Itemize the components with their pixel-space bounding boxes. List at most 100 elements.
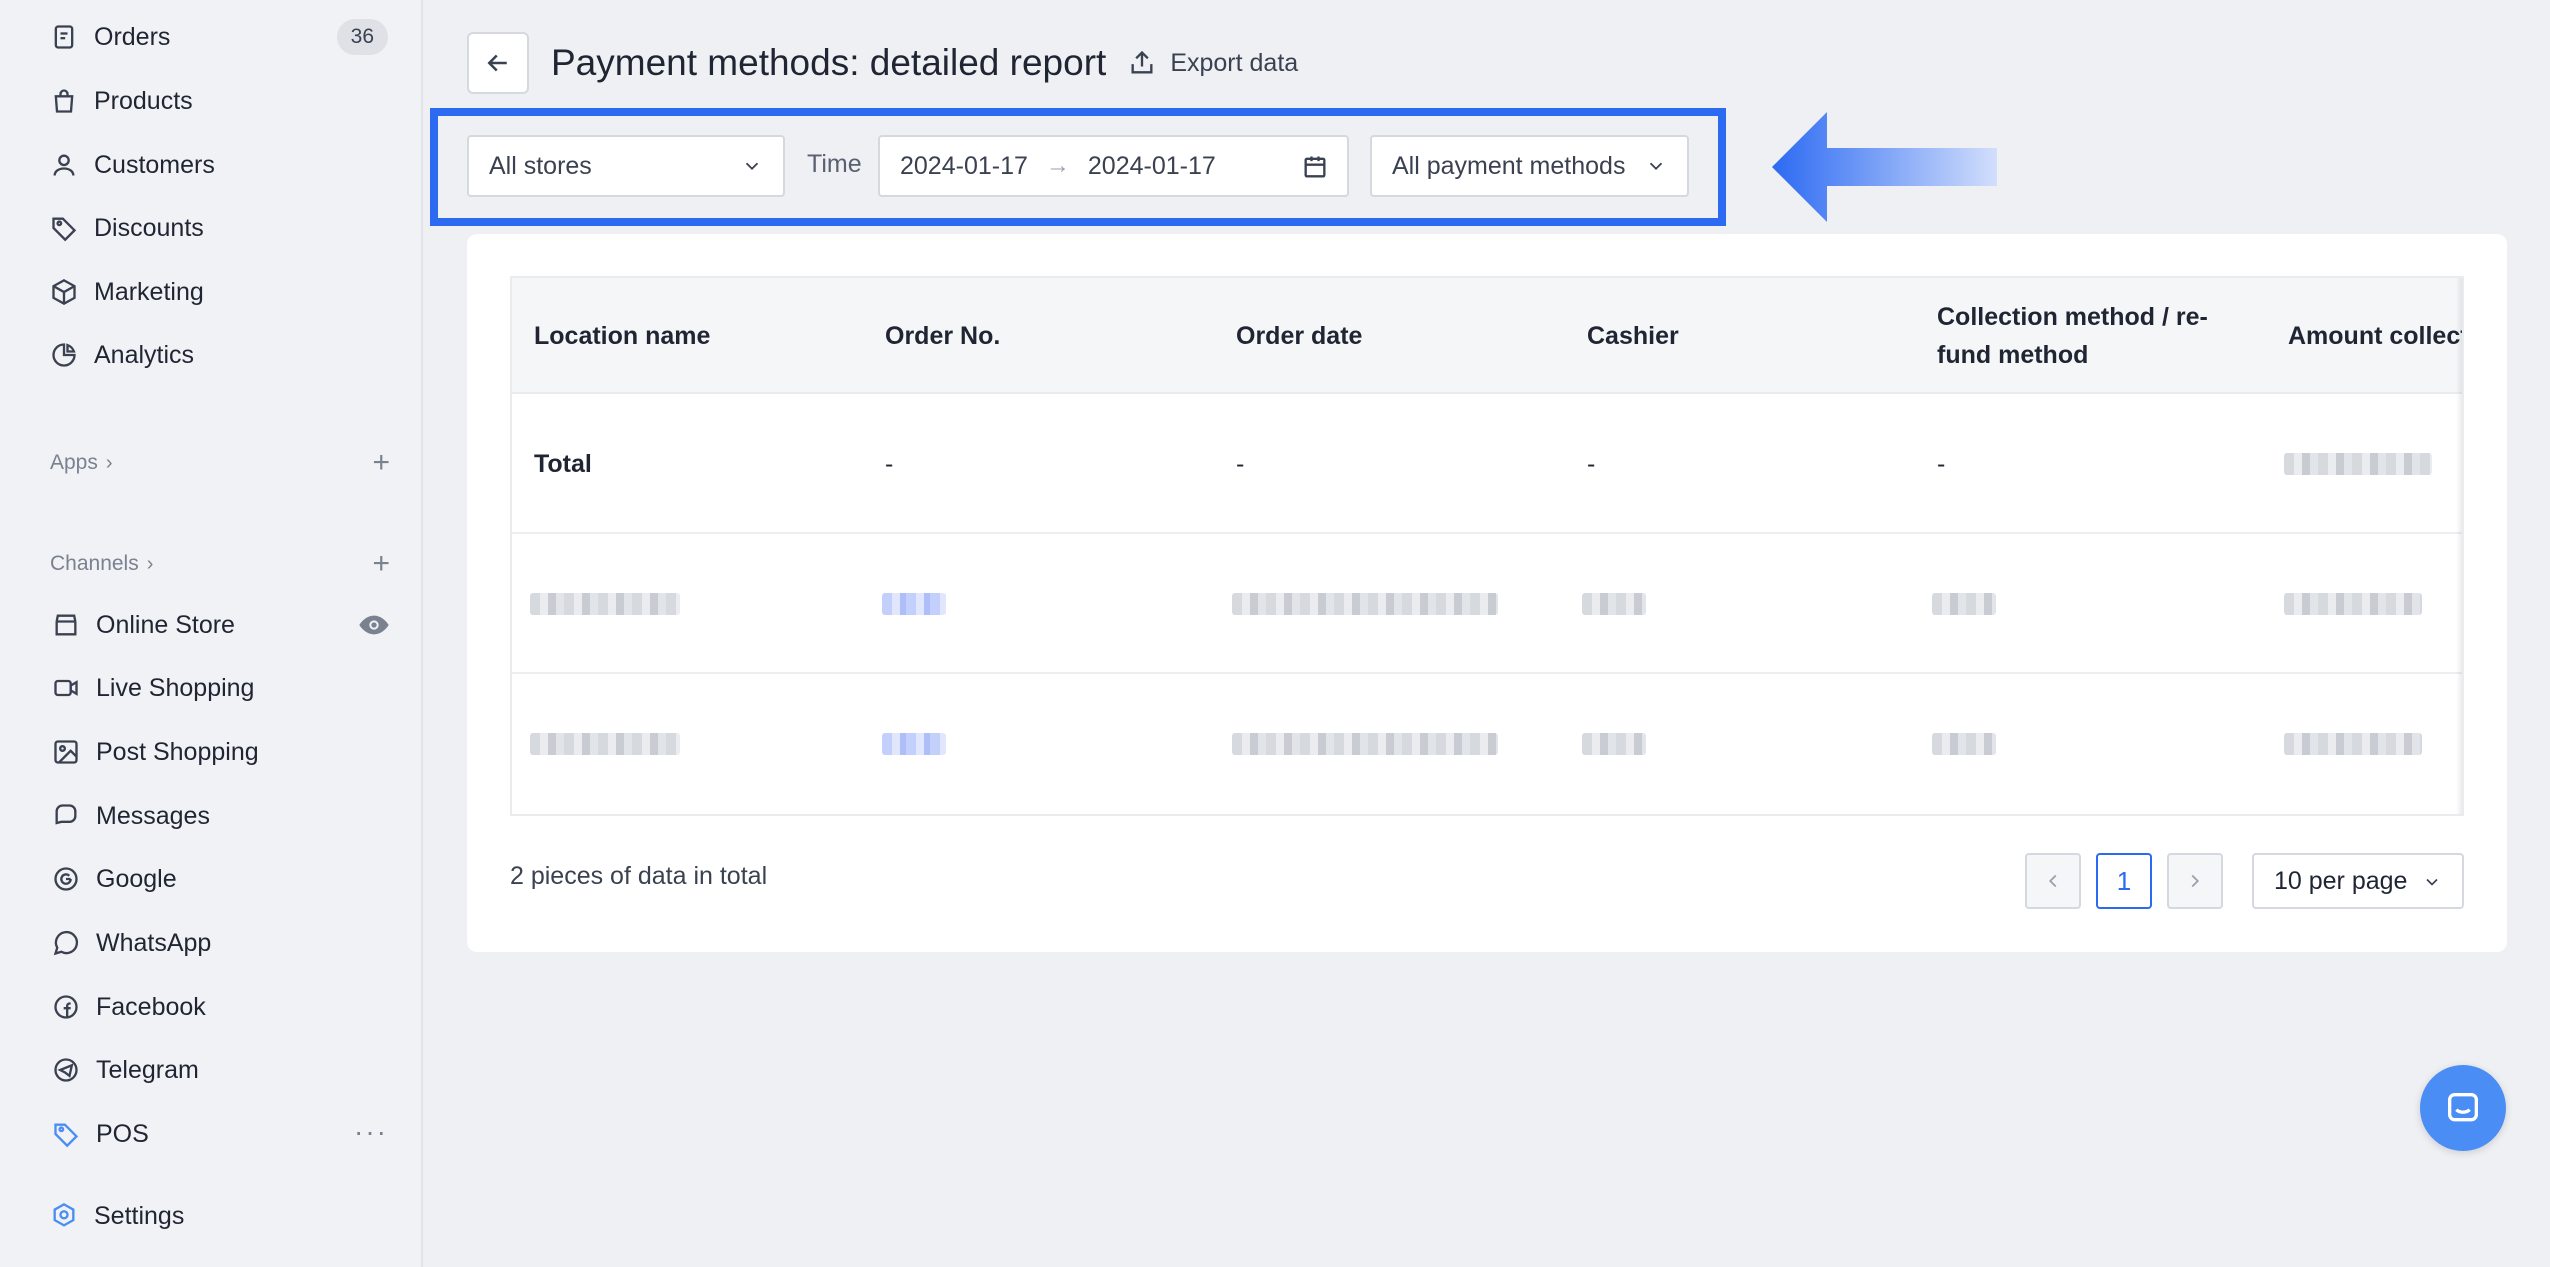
sidebar-item-label: Facebook: [96, 992, 206, 1021]
sidebar-item-label: Post Shopping: [96, 737, 259, 766]
table-cell: -: [1937, 449, 1946, 478]
calendar-icon: [1304, 156, 1326, 178]
person-icon: [48, 149, 80, 181]
chevron-left-icon: [2048, 874, 2057, 888]
chat-bubble-icon: [2448, 1093, 2478, 1122]
sidebar-item-telegram[interactable]: Telegram: [50, 1048, 390, 1092]
sidebar-item-facebook[interactable]: Facebook: [50, 985, 390, 1029]
tag-icon: [48, 212, 80, 244]
redacted-cell: [1932, 534, 1996, 674]
payment-select-value: All payment methods: [1392, 151, 1626, 180]
redacted-cell: [1232, 674, 1498, 814]
sidebar-item-label: Live Shopping: [96, 673, 255, 702]
video-icon: [50, 672, 82, 704]
redacted-cell: [1932, 674, 1996, 814]
date-range-picker[interactable]: 2024-01-17 → 2024-01-17: [878, 135, 1349, 197]
table-cell: -: [1587, 449, 1596, 478]
redacted-cell: [530, 534, 680, 674]
sidebar-item-google[interactable]: Google: [50, 857, 390, 901]
redacted-link-cell[interactable]: [882, 534, 946, 674]
sidebar-item-label: Discounts: [94, 213, 204, 242]
add-channel-icon[interactable]: +: [372, 547, 390, 581]
cube-icon: [48, 276, 80, 308]
sidebar-item-post-shopping[interactable]: Post Shopping: [50, 730, 390, 774]
sidebar-item-settings[interactable]: Settings: [48, 1194, 388, 1238]
table-cell: -: [885, 449, 894, 478]
redacted-cell: [1582, 674, 1646, 814]
per-page-value: 10 per page: [2274, 866, 2408, 895]
apps-label: Apps: [50, 451, 98, 474]
more-options-icon[interactable]: ···: [354, 1116, 388, 1148]
orders-count-badge: 36: [336, 19, 388, 55]
sidebar-item-label: Telegram: [96, 1055, 199, 1084]
whatsapp-icon: [50, 927, 82, 959]
page-button[interactable]: 1: [2096, 853, 2152, 909]
table-row: [512, 674, 2462, 814]
chevron-right-icon: [2191, 874, 2200, 888]
chat-launcher-button[interactable]: [2420, 1065, 2506, 1151]
sidebar-item-online-store[interactable]: Online Store: [50, 603, 390, 647]
store-select[interactable]: All stores: [467, 135, 785, 197]
scroll-shadow: [2456, 278, 2462, 814]
bag-icon: [48, 85, 80, 117]
store-icon: [50, 609, 82, 641]
channels-label: Channels: [50, 552, 139, 575]
redacted-cell: [530, 674, 680, 814]
back-button[interactable]: [467, 32, 529, 94]
orders-icon: [48, 21, 80, 53]
page-title: Payment methods: detailed report: [551, 42, 1107, 83]
sidebar-item-label: Google: [96, 864, 177, 893]
report-table: Location name Order No. Order date Cashi…: [510, 276, 2464, 816]
sidebar-item-orders[interactable]: Orders 36: [48, 15, 388, 59]
sidebar-item-label: Online Store: [96, 610, 235, 639]
redacted-cell: [2284, 394, 2432, 534]
chevron-down-icon: [2426, 878, 2438, 886]
page-header: Payment methods: detailed report Export …: [467, 32, 1298, 94]
sidebar-item-label: Orders: [94, 22, 171, 51]
column-header: Cashier: [1587, 322, 1679, 350]
sidebar-item-pos[interactable]: POS ···: [50, 1112, 390, 1156]
image-icon: [50, 736, 82, 768]
apps-section-header[interactable]: Apps › +: [50, 445, 390, 481]
google-icon: [50, 863, 82, 895]
time-label: Time: [807, 150, 862, 178]
chevron-right-icon: ›: [105, 451, 113, 474]
redacted-cell: [1582, 534, 1646, 674]
table-row: [512, 534, 2462, 674]
column-header: Location name: [534, 322, 711, 350]
chevron-down-icon: [1649, 162, 1663, 171]
settings-icon: [48, 1200, 80, 1232]
sidebar-item-discounts[interactable]: Discounts: [48, 206, 388, 250]
sidebar-item-label: Analytics: [94, 340, 195, 369]
sidebar-item-customers[interactable]: Customers: [48, 143, 388, 187]
eye-icon[interactable]: [358, 609, 390, 641]
column-header: Amount collect: [2288, 322, 2464, 350]
date-start[interactable]: 2024-01-17: [900, 152, 1028, 181]
sidebar-item-messages[interactable]: Messages: [50, 794, 390, 838]
sidebar-item-analytics[interactable]: Analytics: [48, 333, 388, 377]
redacted-cell: [2284, 674, 2422, 814]
channels-section-header[interactable]: Channels › +: [50, 546, 390, 582]
range-arrow-icon: →: [1045, 152, 1070, 179]
sidebar-item-label: Products: [94, 86, 193, 115]
sidebar-item-label: Messages: [96, 801, 210, 830]
payment-method-select[interactable]: All payment methods: [1370, 135, 1689, 197]
facebook-icon: [50, 991, 82, 1023]
sidebar-item-live-shopping[interactable]: Live Shopping: [50, 666, 390, 710]
sidebar: Orders 36 Products Customers Discounts M…: [0, 0, 423, 1267]
redacted-link-cell[interactable]: [882, 674, 946, 814]
per-page-select[interactable]: 10 per page: [2252, 853, 2464, 909]
sidebar-item-label: Settings: [94, 1201, 185, 1230]
add-app-icon[interactable]: +: [372, 446, 390, 480]
next-page-button[interactable]: [2167, 853, 2223, 909]
date-end[interactable]: 2024-01-17: [1088, 152, 1216, 181]
sidebar-item-products[interactable]: Products: [48, 79, 388, 123]
pie-chart-icon: [48, 339, 80, 371]
prev-page-button[interactable]: [2025, 853, 2081, 909]
export-label: Export data: [1170, 48, 1299, 77]
sidebar-item-marketing[interactable]: Marketing: [48, 270, 388, 314]
export-data-button[interactable]: Export data: [1128, 49, 1298, 78]
chevron-right-icon: ›: [146, 552, 154, 575]
sidebar-item-whatsapp[interactable]: WhatsApp: [50, 921, 390, 965]
chat-icon: [50, 800, 82, 832]
